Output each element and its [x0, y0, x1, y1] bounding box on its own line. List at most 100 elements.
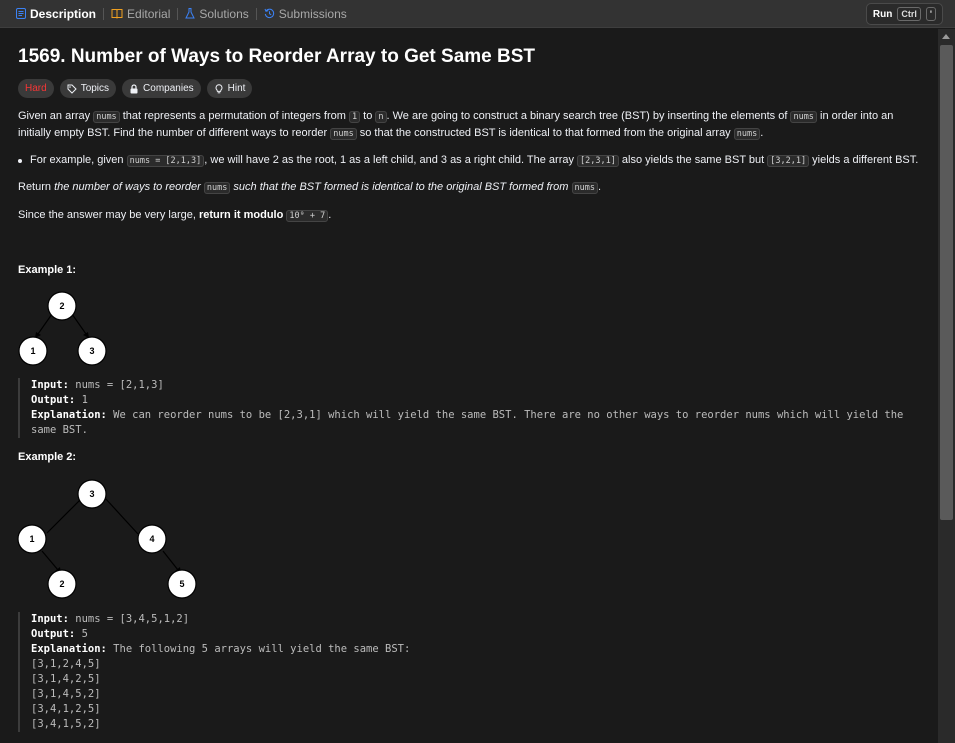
array-line: [3,1,4,5,2] — [31, 688, 101, 700]
tree-node: 3 — [77, 479, 107, 509]
text: . — [328, 209, 332, 221]
topics-label: Topics — [80, 83, 110, 94]
tree-edge — [162, 550, 179, 571]
difficulty-badge: Hard — [18, 79, 54, 98]
explanation-value: The following 5 arrays will yield the sa… — [106, 643, 417, 655]
tree-edge — [104, 497, 139, 535]
inline-code: nums — [790, 111, 817, 123]
tab-divider — [103, 7, 105, 20]
text: For example, given — [30, 154, 127, 166]
kbd-quote: ' — [925, 7, 936, 21]
tree-node: 3 — [77, 336, 107, 366]
inline-code: 1 — [348, 111, 361, 123]
scroll-up-arrow-icon[interactable] — [942, 34, 950, 39]
tree-node: 1 — [17, 524, 47, 554]
example-2-tree: 3 1 4 2 5 — [17, 479, 197, 599]
svg-text:5: 5 — [179, 579, 184, 589]
tree-node: 2 — [47, 291, 77, 321]
italic-text: the number of ways to reorder — [54, 181, 204, 193]
example-2-block: Input: nums = [3,4,5,1,2] Output: 5 Expl… — [18, 612, 928, 732]
example-1-tree: 2 1 3 — [18, 291, 107, 366]
svg-text:2: 2 — [59, 301, 64, 311]
output-label: Output: — [31, 394, 76, 406]
companies-button[interactable]: Companies — [122, 79, 201, 98]
tree-node: 5 — [167, 569, 197, 599]
run-button[interactable]: Run Ctrl ' — [865, 3, 943, 25]
tab-label: Editorial — [127, 6, 171, 21]
input-value: nums = [2,1,3] — [68, 379, 164, 391]
description-panel: 1569. Number of Ways to Reorder Array to… — [0, 29, 938, 743]
output-value: 5 — [75, 628, 88, 640]
modulo-paragraph: Since the answer may be very large, retu… — [18, 207, 928, 224]
description-paragraph: Given an array nums that represents a pe… — [18, 108, 928, 142]
tree-edge — [41, 550, 59, 571]
inline-code: nums — [733, 128, 761, 140]
inline-code: nums — [330, 128, 357, 140]
hint-button[interactable]: Hint — [206, 79, 253, 98]
text: to — [360, 110, 376, 122]
array-line: [3,1,2,4,5] — [31, 658, 101, 670]
tab-divider — [255, 7, 257, 20]
lock-icon — [130, 83, 138, 93]
scroll-thumb[interactable] — [940, 45, 953, 520]
explanation-label: Explanation: — [31, 643, 107, 655]
example-1-title: Example 1: — [18, 264, 77, 276]
example-1-block: Input: nums = [2,1,3] Output: 1 Explanat… — [18, 378, 928, 438]
page-title: 1569. Number of Ways to Reorder Array to… — [18, 46, 536, 67]
tab-editorial[interactable]: Editorial — [111, 7, 170, 21]
tab-bar: Description Editorial Solutions Submissi… — [0, 0, 955, 28]
inline-code: 10⁹ + 7 — [286, 210, 329, 222]
svg-text:1: 1 — [29, 534, 34, 544]
list-item: For example, given nums = [2,1,3], we wi… — [18, 152, 928, 169]
text: Return — [18, 181, 55, 193]
inline-code: [3,2,1] — [767, 155, 810, 167]
text: also yields the same BST but — [618, 154, 768, 166]
tab-divider — [177, 7, 179, 20]
topics-button[interactable]: Topics — [59, 79, 117, 98]
explanation-label: Explanation: — [31, 409, 107, 421]
tag-row: Hard Topics Companies Hint — [18, 79, 253, 98]
example-2-title: Example 2: — [18, 451, 77, 463]
svg-text:4: 4 — [149, 534, 154, 544]
tree-node: 2 — [47, 569, 77, 599]
inline-code: [2,3,1] — [577, 155, 619, 167]
tree-edge — [37, 313, 53, 335]
companies-label: Companies — [143, 83, 194, 94]
svg-text:3: 3 — [89, 489, 94, 499]
tree-edge — [71, 313, 87, 335]
output-label: Output: — [31, 628, 76, 640]
tag-icon — [67, 84, 77, 94]
input-value: nums = [3,4,5,1,2] — [68, 613, 190, 625]
tree-node: 1 — [18, 336, 48, 366]
text: . — [760, 127, 764, 139]
text: yields a different BST. — [809, 154, 919, 166]
tab-label: Solutions — [199, 6, 249, 21]
svg-text:3: 3 — [89, 346, 94, 356]
vertical-scrollbar[interactable] — [938, 29, 955, 743]
flask-icon — [185, 8, 196, 19]
text: Since the answer may be very large, — [18, 209, 199, 221]
tab-label: Submissions — [278, 6, 347, 21]
inline-code: nums — [571, 182, 598, 194]
inline-code: nums = [2,1,3] — [126, 155, 205, 167]
svg-text:2: 2 — [59, 579, 64, 589]
inline-code: nums — [93, 111, 120, 123]
tab-solutions[interactable]: Solutions — [185, 6, 249, 21]
input-label: Input: — [31, 613, 69, 625]
list-item-text: For example, given nums = [2,1,3], we wi… — [30, 152, 928, 169]
tab-submissions[interactable]: Submissions — [264, 7, 347, 21]
inline-code: nums — [203, 182, 231, 194]
text: . We are going to construct a binary sea… — [386, 110, 791, 122]
text: so that the constructed BST is identical… — [356, 127, 734, 139]
input-label: Input: — [31, 379, 69, 391]
run-label: Run — [872, 8, 893, 20]
lightbulb-icon — [215, 83, 223, 93]
text: that represents a permutation of integer… — [119, 110, 349, 122]
tree-node: 4 — [137, 524, 167, 554]
italic-text: such that the BST formed is identical to… — [230, 181, 572, 193]
bullet-dot — [18, 159, 22, 163]
tab-description[interactable]: Description — [16, 7, 96, 21]
return-paragraph: Return the number of ways to reorder num… — [18, 179, 928, 196]
book-icon — [111, 9, 123, 19]
svg-text:1: 1 — [30, 346, 35, 356]
